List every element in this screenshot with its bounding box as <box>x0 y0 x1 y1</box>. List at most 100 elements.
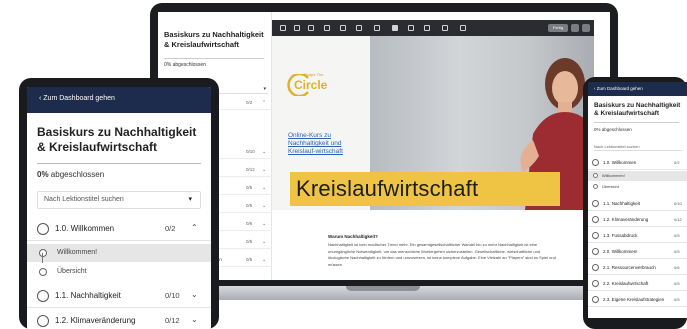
progress-circle-icon <box>592 159 599 166</box>
close-icon[interactable] <box>582 24 590 32</box>
tablet-header: ‹ Zum Dashboard gehen <box>27 87 211 113</box>
lesson-search-placeholder: Nach Lektionstitel suchen <box>44 196 124 203</box>
section-label: 1.2. Klimaveränderung <box>603 217 649 222</box>
lesson-search-dropdown[interactable]: Nach Lektionstitel suchen ▾ <box>37 191 201 209</box>
back-label: Zum Dashboard gehen <box>43 95 115 102</box>
phone-screen: ‹ Zum Dashboard gehen Basiskurs zu Nachh… <box>588 82 687 318</box>
bold-icon[interactable] <box>340 25 346 31</box>
section-count: 0/12 <box>674 217 682 222</box>
video-toolbar: Fertig <box>272 20 594 36</box>
chevron-down-icon: ⌄ <box>262 239 267 245</box>
chevron-down-icon: ⌄ <box>262 185 267 191</box>
gear-icon[interactable] <box>280 25 286 31</box>
progress-circle-icon <box>592 200 599 207</box>
lesson-label: Willkommen! <box>602 173 625 178</box>
section-count: 0/10 <box>246 149 255 154</box>
section-row[interactable]: 1.2. Klimaveränderung 0/12 <box>588 213 687 227</box>
lesson-item[interactable]: Willkommen! <box>27 244 211 262</box>
chevron-down-icon[interactable]: ⌄ <box>191 290 198 299</box>
caret-down-icon: ▾ <box>188 196 192 203</box>
section-count: 0/12 <box>246 167 255 172</box>
progress-circle-icon <box>592 232 599 239</box>
more-icon[interactable] <box>460 25 466 31</box>
video-player[interactable]: Fertig Shape The Circle Online-Kurs zu N… <box>272 20 594 210</box>
course-title: Basiskurs zu Nachhaltigkeit & Kreislaufw… <box>164 30 264 49</box>
divider <box>164 58 264 59</box>
section-count: 0/5 <box>246 239 253 244</box>
section-row[interactable]: 2.0. Willkommen! 0/5 <box>588 245 687 259</box>
phone-header: ‹ Zum Dashboard gehen <box>588 82 687 96</box>
article-title: Warum Nachhaltigkeit? <box>328 234 378 239</box>
link-icon[interactable] <box>356 25 362 31</box>
section-label: 2.1. Ressourcenverbrauch <box>603 265 656 270</box>
lesson-search-dropdown[interactable]: Nach Lektionstitel suchen <box>594 142 682 151</box>
lesson-status-icon <box>593 173 598 178</box>
section-count: 0/5 <box>674 249 680 254</box>
chevron-down-icon[interactable]: ⌄ <box>191 315 198 324</box>
section-row[interactable]: 1.1. Nachhaltigkeit 0/10 ⌄ <box>27 284 211 308</box>
slide-subtitle-link[interactable]: Online-Kurs zu Nachhaltigkeit und Kreisl… <box>288 132 368 156</box>
progress-label: abgeschlossen <box>50 170 105 179</box>
chevron-up-icon[interactable]: ⌃ <box>191 223 198 232</box>
lesson-item[interactable]: Übersicht <box>27 263 211 281</box>
lesson-search-placeholder: Nach Lektionstitel suchen <box>594 144 640 149</box>
divider <box>594 122 679 123</box>
progress-circle-icon <box>592 248 599 255</box>
back-to-dashboard-link[interactable]: ‹ Zum Dashboard gehen <box>594 86 643 91</box>
chevron-down-icon: ⌄ <box>262 257 267 263</box>
section-row[interactable]: 2.3. Eigene Kreislaufstrategien 0/5 <box>588 293 687 307</box>
section-label: 2.0. Willkommen! <box>603 249 638 254</box>
progress-circle-icon <box>37 290 49 302</box>
undo-icon[interactable] <box>294 25 300 31</box>
progress-text: 0% abgeschlossen <box>594 127 632 132</box>
section-label: 1.2. Klimaveränderung <box>55 316 136 325</box>
section-row[interactable]: 1.3. Fussabdruck 0/5 <box>588 229 687 243</box>
redo-icon[interactable] <box>308 25 314 31</box>
section-count: 0/5 <box>674 233 680 238</box>
text-format-icon[interactable] <box>324 25 330 31</box>
section-count: 0/5 <box>674 297 680 302</box>
list-icon[interactable] <box>424 25 430 31</box>
section-count: 0/10 <box>674 201 682 206</box>
laptop-notch <box>346 286 420 291</box>
progress-circle-icon <box>37 223 49 235</box>
progress-value: 0% <box>37 170 49 179</box>
tablet-screen: ‹ Zum Dashboard gehen Basiskurs zu Nachh… <box>27 87 211 329</box>
section-label: 2.3. Eigene Kreislaufstrategien <box>603 297 665 302</box>
brand-tagline: Shape The <box>304 72 324 77</box>
back-to-dashboard-link[interactable]: ‹ Zum Dashboard gehen <box>39 95 115 102</box>
section-count: 0/5 <box>246 203 253 208</box>
section-count: 0/6 <box>246 221 253 226</box>
section-row[interactable]: 2.1. Ressourcenverbrauch 0/6 <box>588 261 687 275</box>
section-label: 1.0. Willkommen <box>603 160 637 165</box>
done-button[interactable]: Fertig <box>548 24 568 32</box>
lesson-item[interactable]: Willkommen! <box>588 171 687 181</box>
section-row[interactable]: 1.0. Willkommen 0/2 <box>588 156 687 170</box>
section-label: 1.1. Nachhaltigkeit <box>603 201 641 206</box>
lesson-item[interactable]: Übersicht <box>588 182 687 192</box>
align-icon[interactable] <box>408 25 414 31</box>
section-row[interactable]: 2.2. Kreislaufwirtschaft 0/5 <box>588 277 687 291</box>
section-row[interactable]: 1.1. Nachhaltigkeit 0/10 <box>588 197 687 211</box>
course-title: Basiskurs zu Nachhaltigkeit & Kreislaufw… <box>594 102 681 117</box>
image-icon[interactable] <box>442 25 448 31</box>
divider <box>37 163 201 164</box>
section-row[interactable]: 1.0. Willkommen 0/2 ⌃ <box>27 217 211 241</box>
section-label: 1.1. Nachhaltigkeit <box>55 291 121 300</box>
lesson-status-icon <box>39 249 47 257</box>
lesson-label: Übersicht <box>602 184 619 189</box>
article-body: Nachhaltigkeit ist kein modischer Trend … <box>328 242 556 267</box>
font-size-icon[interactable] <box>374 25 380 31</box>
section-count: 0/5 <box>246 257 253 262</box>
chevron-up-icon: ⌃ <box>262 100 267 106</box>
lesson-status-icon <box>39 268 47 276</box>
lesson-label: Übersicht <box>57 268 87 275</box>
section-row[interactable]: 1.2. Klimaveränderung 0/12 ⌄ <box>27 309 211 329</box>
progress-text: 0% abgeschlossen <box>37 170 104 179</box>
lesson-status-icon <box>593 184 598 189</box>
preview-icon[interactable] <box>571 24 579 32</box>
color-swatch-icon[interactable] <box>392 25 398 31</box>
back-label: Zum Dashboard gehen <box>596 86 643 91</box>
slide-title-banner: Kreislaufwirtschaft <box>290 172 560 206</box>
section-label: 1.0. Willkommen <box>55 224 115 233</box>
